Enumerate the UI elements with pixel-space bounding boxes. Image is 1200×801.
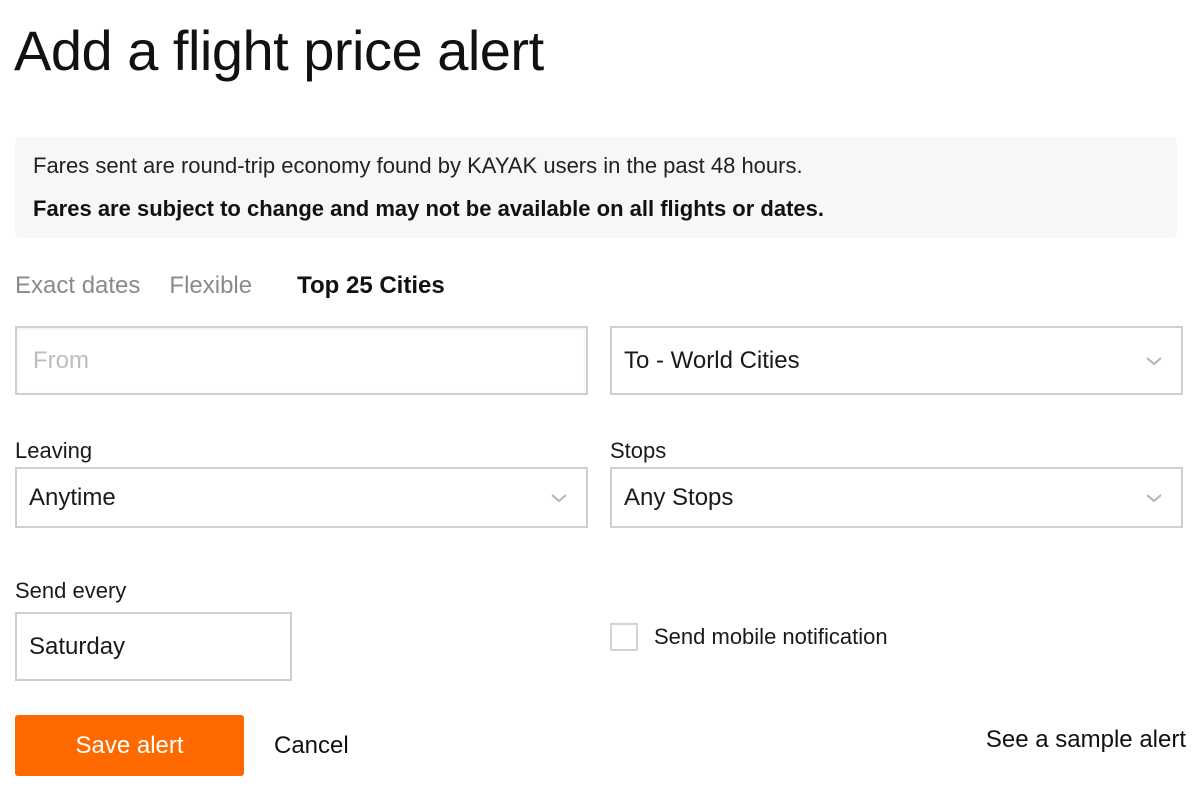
to-select-value: To - World Cities: [624, 346, 800, 374]
stops-select[interactable]: Any Stops: [610, 467, 1183, 528]
chevron-down-icon: [551, 493, 567, 502]
tab-exact-dates[interactable]: Exact dates: [15, 272, 140, 300]
fare-notice: Fares sent are round-trip economy found …: [15, 137, 1177, 238]
leaving-label: Leaving: [15, 438, 93, 463]
tab-flexible[interactable]: Flexible: [169, 272, 252, 300]
stops-label: Stops: [610, 438, 667, 463]
tab-top-25-cities[interactable]: Top 25 Cities: [297, 272, 445, 300]
send-every-label: Send every: [15, 578, 127, 603]
from-field: [15, 326, 588, 395]
from-input[interactable]: [27, 328, 586, 393]
notice-line-1: Fares sent are round-trip economy found …: [33, 153, 803, 178]
send-every-select[interactable]: Saturday: [15, 612, 292, 681]
leaving-select-value: Anytime: [29, 483, 116, 511]
page-title: Add a flight price alert: [14, 19, 544, 82]
mobile-notification-checkbox[interactable]: [610, 623, 638, 651]
to-select[interactable]: To - World Cities: [610, 326, 1183, 395]
mobile-notification-label: Send mobile notification: [654, 624, 888, 649]
save-alert-button[interactable]: Save alert: [15, 715, 244, 776]
search-mode-tabs: Exact dates Flexible Top 25 Cities: [15, 272, 474, 300]
cancel-link[interactable]: Cancel: [274, 732, 349, 760]
chevron-down-icon: [1146, 493, 1162, 502]
chevron-down-icon: [1146, 356, 1162, 365]
stops-select-value: Any Stops: [624, 483, 734, 511]
sample-alert-link[interactable]: See a sample alert: [986, 726, 1186, 754]
notice-line-2: Fares are subject to change and may not …: [33, 196, 825, 221]
mobile-notification-option[interactable]: Send mobile notification: [610, 623, 888, 651]
send-every-value: Saturday: [29, 632, 126, 660]
leaving-select[interactable]: Anytime: [15, 467, 588, 528]
